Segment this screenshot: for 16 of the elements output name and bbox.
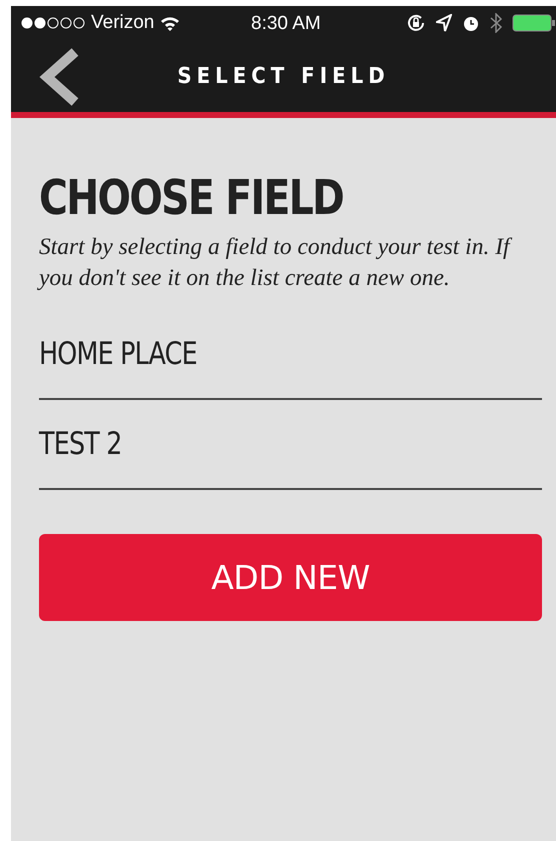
- alarm-icon: [462, 14, 480, 32]
- wifi-icon: [160, 16, 180, 30]
- signal-icon: [21, 17, 85, 29]
- back-button[interactable]: [39, 48, 81, 106]
- battery-icon: [512, 14, 556, 32]
- bluetooth-icon: [490, 13, 502, 33]
- location-icon: [436, 14, 452, 32]
- screen-title: SELECT FIELD: [177, 64, 390, 88]
- status-time: 8:30 AM: [251, 13, 321, 35]
- page-heading: CHOOSE FIELD: [39, 170, 344, 226]
- rotation-lock-icon: [406, 13, 426, 33]
- field-list-item[interactable]: TEST 2: [39, 400, 542, 490]
- add-new-button[interactable]: ADD NEW: [39, 534, 542, 621]
- field-list-item[interactable]: HOME PLACE: [39, 310, 542, 400]
- carrier-name: Verizon: [91, 12, 154, 34]
- instructions-text: Start by selecting a field to conduct your test in. If you don't see it on the list create a new one.: [39, 232, 542, 294]
